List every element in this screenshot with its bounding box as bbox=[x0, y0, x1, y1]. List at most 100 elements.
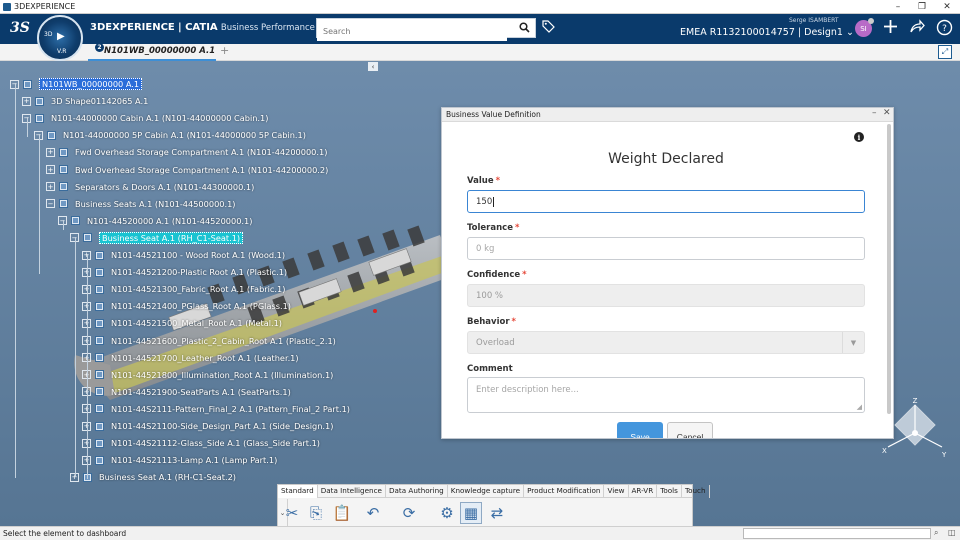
dialog-close-button[interactable]: ✕ bbox=[883, 108, 891, 118]
copy-icon[interactable]: ⎘ bbox=[305, 502, 327, 524]
search-box[interactable] bbox=[316, 18, 536, 41]
tree-node[interactable]: −N101-44000000 Cabin A.1 (N101-44000000 … bbox=[22, 111, 268, 125]
dialog-scrollbar[interactable] bbox=[887, 124, 891, 414]
minimize-window-button[interactable]: – bbox=[886, 0, 910, 14]
tree-node[interactable]: + Bwd Overhead Storage Compartment A.1 (N… bbox=[46, 163, 328, 177]
maximize-icon[interactable]: ⤢ bbox=[938, 45, 952, 59]
tab-data-authoring[interactable]: Data Authoring bbox=[386, 485, 448, 498]
compass-3d-label: 3D bbox=[44, 31, 53, 38]
brand-3d: 3D bbox=[90, 22, 106, 33]
play-icon[interactable]: ▶ bbox=[57, 31, 65, 42]
tree-node-label: Business Seats A.1 (N101-44500000.1) bbox=[75, 198, 236, 209]
tab-standard[interactable]: Standard bbox=[278, 485, 318, 498]
tenant-selector[interactable]: EMEA R1132100014757 | Design1 ⌄ bbox=[680, 27, 854, 38]
user-name[interactable]: Serge ISAMBERT bbox=[789, 17, 839, 24]
tree-node[interactable]: +N101-44521800_Illumination_Root A.1 (Il… bbox=[82, 368, 333, 382]
expand-icon[interactable]: + bbox=[46, 165, 55, 174]
edit-values-icon[interactable]: ⚙ bbox=[436, 502, 458, 524]
product-icon bbox=[58, 198, 69, 209]
save-button[interactable]: Save bbox=[617, 422, 663, 438]
tree-node[interactable]: +N101-44521300_Fabric_Root A.1 (Fabric.1… bbox=[82, 282, 285, 296]
axis-triad-icon[interactable]: Z X Y bbox=[880, 395, 950, 460]
help-icon[interactable]: ? bbox=[936, 19, 953, 40]
tree-node[interactable]: + Business Seat A.1 (RH-C1-Seat.2) bbox=[70, 470, 236, 484]
ds-logo-icon[interactable]: 3S bbox=[10, 20, 30, 36]
tree-node[interactable]: +N101-44521400_PGlass_Root A.1 (PGlass.1… bbox=[82, 299, 291, 313]
status-command-input[interactable] bbox=[743, 528, 931, 539]
product-icon bbox=[94, 421, 105, 432]
analysis-icon[interactable]: ⇄ bbox=[486, 502, 508, 524]
comment-textarea[interactable]: Enter description here... ◢ bbox=[467, 377, 865, 413]
tree-node-label: N101-44521100 - Wood Root A.1 (Wood.1) bbox=[111, 250, 286, 260]
tree-node-label: N101-44521900-SeatParts A.1 (SeatParts.1… bbox=[111, 386, 291, 397]
tab-tools[interactable]: Tools bbox=[657, 485, 682, 498]
expand-icon[interactable]: + bbox=[46, 147, 55, 157]
tolerance-placeholder: 0 kg bbox=[476, 243, 495, 254]
tree-node[interactable]: + Fwd Overhead Storage Compartment A.1 (N… bbox=[46, 145, 327, 159]
tree-connector bbox=[63, 220, 64, 230]
settings-icon[interactable]: ◫ bbox=[948, 528, 956, 537]
tree-node[interactable]: −N101WB_00000000 A.1 bbox=[10, 77, 143, 91]
cancel-button[interactable]: Cancel bbox=[667, 422, 713, 438]
compass-widget[interactable]: 3D ▶ V.R bbox=[37, 15, 83, 61]
expand-icon[interactable]: + bbox=[46, 182, 55, 192]
tree-node[interactable]: + Separators & Doors A.1 (N101-44300000.1… bbox=[46, 180, 254, 194]
tree-node[interactable]: −Business Seat A.1 (RH_C1-Seat.1) bbox=[70, 231, 244, 245]
close-window-button[interactable]: ✕ bbox=[935, 0, 959, 14]
collapse-tree-button[interactable]: ‹ bbox=[368, 62, 378, 71]
tab-knowledge-capture[interactable]: Knowledge capture bbox=[448, 485, 525, 498]
tree-node[interactable]: +N101-44521600_Plastic_2_Cabin_Root A.1 … bbox=[82, 334, 336, 348]
value-input[interactable]: 150 bbox=[467, 190, 865, 213]
product-icon bbox=[58, 164, 69, 175]
tab-ar-vr[interactable]: AR-VR bbox=[629, 485, 658, 498]
tree-node-label: N101-44521600_Plastic_2_Cabin_Root A.1 (… bbox=[111, 335, 336, 346]
search-icon[interactable] bbox=[519, 22, 530, 36]
tree-node[interactable]: +N101-44521700_Leather_Root A.1 (Leather… bbox=[82, 351, 299, 365]
brand-title: 3DEXPERIENCE | CATIA Business Performanc… bbox=[90, 22, 346, 33]
dialog-minimize-button[interactable]: – bbox=[872, 108, 877, 118]
tab-data-intelligence[interactable]: Data Intelligence bbox=[318, 485, 386, 498]
tab-product-modification[interactable]: Product Modification bbox=[524, 485, 605, 498]
tree-node[interactable]: +N101-44S2111-Pattern_Final_2 A.1 (Patte… bbox=[82, 402, 350, 416]
cut-icon[interactable]: ✂ bbox=[281, 502, 303, 524]
add-tab-button[interactable]: + bbox=[220, 44, 229, 57]
avatar-initials: SI bbox=[860, 24, 867, 33]
info-icon[interactable]: i bbox=[854, 132, 864, 142]
resize-handle-icon[interactable]: ◢ bbox=[857, 403, 862, 411]
collapse-icon[interactable]: − bbox=[46, 199, 55, 209]
tree-node[interactable]: +N101-44S21112-Glass_Side A.1 (Glass_Sid… bbox=[82, 436, 320, 450]
tree-node-label: Business Seat A.1 (RH-C1-Seat.2) bbox=[99, 472, 236, 483]
app-icon bbox=[3, 3, 11, 11]
tree-node[interactable]: +N101-44521100 - Wood Root A.1 (Wood.1) bbox=[82, 248, 285, 262]
share-icon[interactable] bbox=[909, 19, 925, 38]
paste-icon[interactable]: 📋 bbox=[331, 502, 353, 524]
tab-touch[interactable]: Touch bbox=[682, 485, 710, 498]
avatar[interactable]: SI bbox=[855, 18, 874, 37]
tag-icon[interactable] bbox=[542, 20, 555, 36]
status-message: Select the element to dashboard bbox=[3, 529, 127, 538]
search-icon[interactable]: ⌕ bbox=[934, 528, 938, 538]
maximize-window-button[interactable]: ❐ bbox=[910, 0, 934, 14]
expand-icon[interactable]: + bbox=[22, 96, 31, 106]
tab-n101wb[interactable]: 2 N101WB_00000000 A.1 bbox=[88, 43, 216, 61]
add-icon[interactable] bbox=[883, 19, 898, 38]
search-input[interactable] bbox=[317, 22, 507, 41]
undo-icon[interactable]: ↶ bbox=[362, 502, 384, 524]
update-icon[interactable]: ⟳ bbox=[398, 502, 420, 524]
svg-text:?: ? bbox=[942, 24, 947, 34]
tree-node[interactable]: +3D Shape01142065 A.1 bbox=[22, 94, 148, 108]
brand-app: | CATIA bbox=[177, 22, 218, 33]
tree-node[interactable]: − Business Seats A.1 (N101-44500000.1) bbox=[46, 197, 236, 211]
tree-node[interactable]: +N101-44521200-Plastic Root A.1 (Plastic… bbox=[82, 265, 287, 279]
tree-node[interactable]: −N101-44520000 A.1 (N101-44520000.1) bbox=[58, 214, 252, 228]
dialog-header[interactable]: Business Value Definition – ✕ bbox=[442, 108, 893, 122]
business-value-icon[interactable]: ▦ bbox=[460, 502, 482, 524]
tolerance-input[interactable]: 0 kg bbox=[467, 237, 865, 260]
tab-view[interactable]: View bbox=[604, 485, 629, 498]
tree-node[interactable]: −N101-44000000 5P Cabin A.1 (N101-440000… bbox=[34, 128, 306, 142]
tree-node[interactable]: +N101-44S21113-Lamp A.1 (Lamp Part.1) bbox=[82, 453, 277, 467]
tree-node[interactable]: +N101-44S21100-Side_Design_Part A.1 (Sid… bbox=[82, 419, 333, 433]
tree-node[interactable]: +N101-44521900-SeatParts A.1 (SeatParts.… bbox=[82, 385, 291, 399]
product-icon bbox=[22, 79, 33, 90]
tree-node[interactable]: +N101-44521500_Metal_Root A.1 (Metal.1) bbox=[82, 316, 282, 330]
